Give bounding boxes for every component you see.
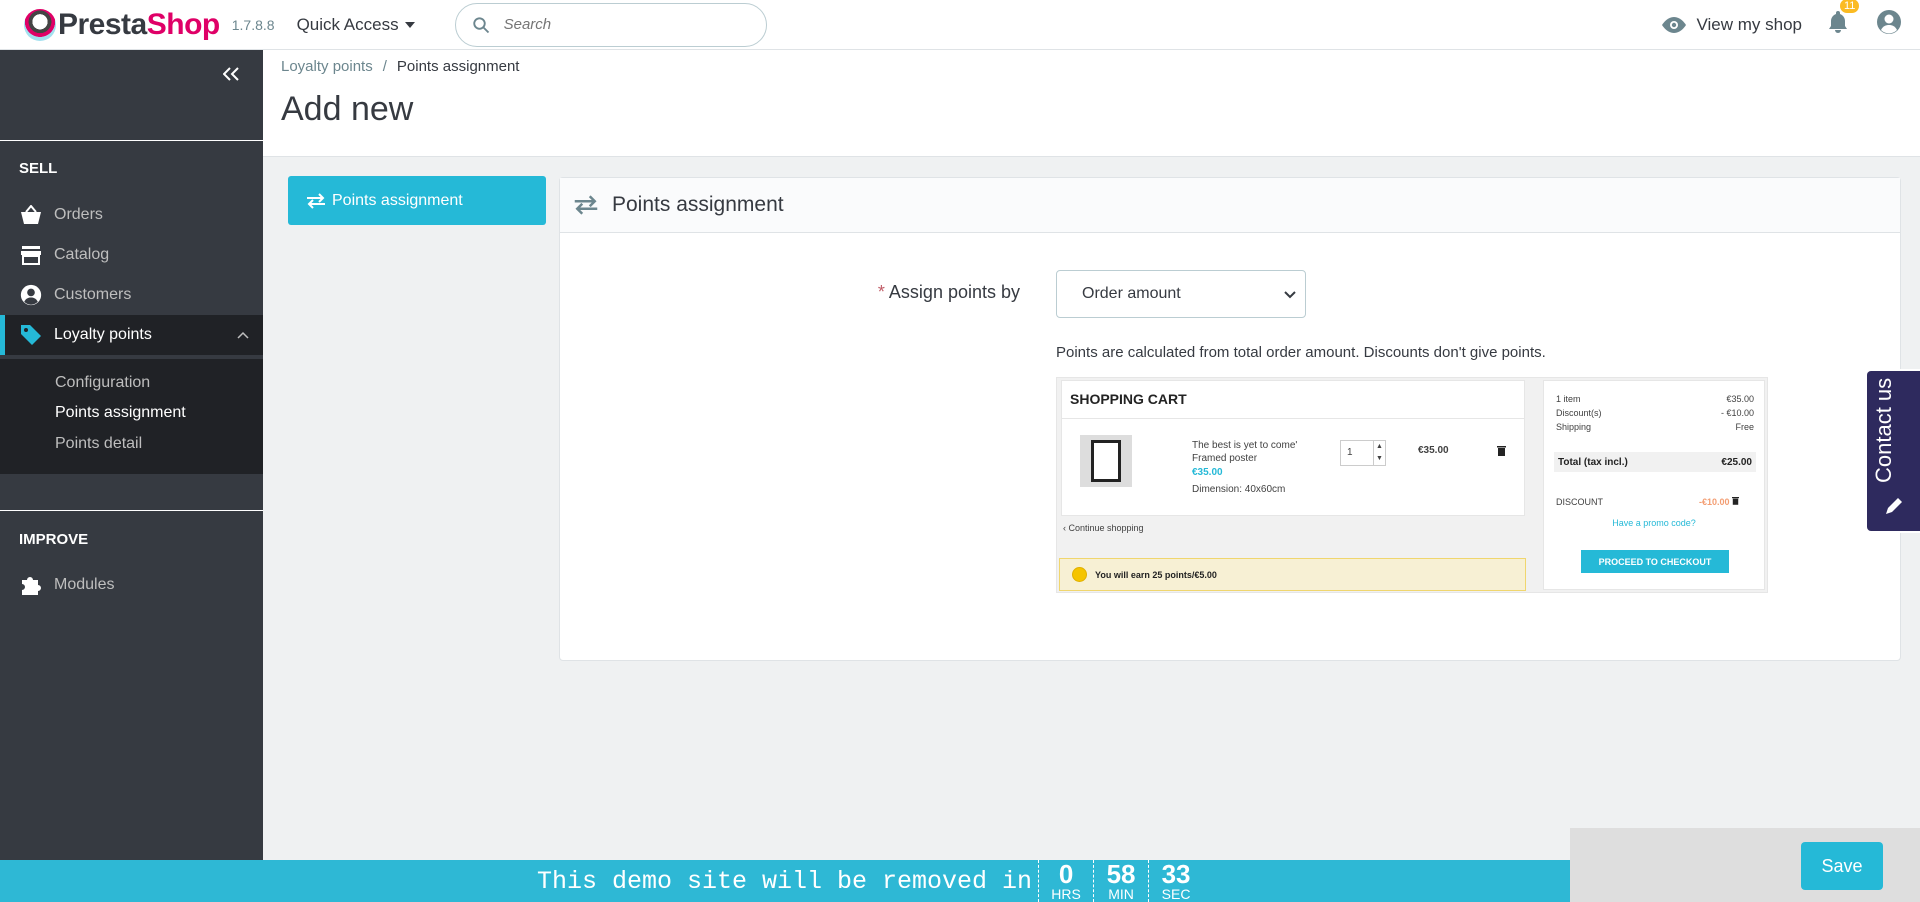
sidebar-item-loyalty-points[interactable]: Loyalty points	[0, 315, 263, 355]
eye-icon	[1662, 16, 1687, 33]
countdown-seconds: 33 SEC	[1148, 860, 1203, 902]
chevron-down-icon	[1284, 291, 1296, 299]
notification-badge: 11	[1840, 0, 1860, 13]
prestashop-logo[interactable]: PrestaShop	[24, 8, 220, 42]
top-header: PrestaShop 1.7.8.8 Quick Access View my …	[0, 0, 1920, 50]
cart-preview-image: SHOPPING CART The best is yet to come' Fr…	[1056, 377, 1768, 593]
sidebar-item-customers[interactable]: Customers	[0, 275, 263, 315]
coin-icon	[1072, 567, 1087, 582]
assign-points-select[interactable]: Order amount	[1056, 270, 1306, 318]
earn-points-notice: You will earn 25 points/€5.00	[1059, 558, 1526, 591]
user-avatar-icon	[1877, 10, 1901, 34]
countdown-minutes: 58 MIN	[1093, 860, 1148, 902]
product-thumbnail	[1080, 435, 1132, 487]
pencil-icon	[1886, 498, 1902, 514]
page-title: Add new	[281, 90, 414, 128]
notifications-button[interactable]: 11	[1828, 0, 1860, 38]
employee-account-button[interactable]	[1876, 9, 1902, 40]
breadcrumb: Loyalty points / Points assignment	[281, 58, 520, 75]
search-input[interactable]	[503, 16, 734, 33]
view-my-shop-link[interactable]: View my shop	[1662, 15, 1802, 35]
puffin-logo-icon	[24, 8, 56, 41]
version-label: 1.7.8.8	[231, 16, 275, 33]
sidebar-item-orders[interactable]: Orders	[0, 195, 263, 235]
trash-icon	[1497, 443, 1506, 461]
countdown-hours: 0 HRS	[1038, 860, 1093, 902]
search-box[interactable]	[454, 2, 767, 47]
qty-field: 1 ▲ ▼	[1340, 440, 1386, 466]
section-title-sell: SELL	[19, 160, 58, 177]
caret-down-icon	[404, 21, 415, 28]
swap-horizontal-icon	[307, 192, 325, 209]
bell-icon	[1829, 11, 1847, 33]
page-header: Loyalty points / Points assignment Add new	[263, 50, 1920, 157]
divider	[0, 140, 263, 141]
loyalty-points-submenu: Configuration Points assignment Points d…	[0, 359, 263, 474]
panel-heading: Points assignment	[560, 178, 1900, 233]
sidebar-subitem-points-detail[interactable]: Points detail	[55, 435, 142, 453]
divider	[0, 510, 263, 511]
sidebar-nav: SELL Orders Catalog Customers Loyalty po…	[0, 50, 263, 860]
cart-summary: 1 item €35.00 Discount(s) - €10.00 Shippin…	[1543, 380, 1765, 590]
continue-shopping: ‹ Continue shopping	[1063, 523, 1144, 533]
swap-horizontal-icon	[574, 195, 598, 215]
chevron-up-icon	[237, 326, 249, 344]
contact-us-tab[interactable]: Contact us	[1865, 369, 1920, 533]
shopping-cart-box: SHOPPING CART The best is yet to come' Fr…	[1061, 380, 1525, 516]
tag-icon	[19, 323, 43, 347]
help-text: Points are calculated from total order a…	[1056, 344, 1546, 361]
basket-icon	[19, 203, 43, 227]
quick-access-dropdown[interactable]: Quick Access	[297, 15, 415, 35]
assign-points-label: * Assign points by	[877, 282, 1020, 302]
form-footer: Save	[1570, 828, 1920, 902]
collapse-sidebar-button[interactable]	[222, 64, 239, 87]
tab-points-assignment[interactable]: Points assignment	[288, 176, 546, 225]
section-title-improve: IMPROVE	[19, 531, 89, 548]
breadcrumb-loyalty-points[interactable]: Loyalty points	[281, 58, 373, 75]
breadcrumb-current: Points assignment	[396, 58, 520, 75]
store-icon	[19, 243, 43, 267]
account-circle-icon	[19, 283, 43, 307]
search-icon	[472, 16, 489, 33]
sidebar-subitem-points-assignment[interactable]: Points assignment	[55, 404, 186, 422]
save-button[interactable]: Save	[1801, 842, 1883, 890]
sidebar-item-catalog[interactable]: Catalog	[0, 235, 263, 275]
sidebar-subitem-configuration[interactable]: Configuration	[55, 374, 150, 392]
sidebar-item-modules[interactable]: Modules	[0, 565, 263, 605]
double-chevron-left-icon	[222, 67, 239, 81]
puzzle-icon	[19, 573, 43, 597]
points-assignment-panel: Points assignment * Assign points by Orde…	[559, 177, 1901, 661]
